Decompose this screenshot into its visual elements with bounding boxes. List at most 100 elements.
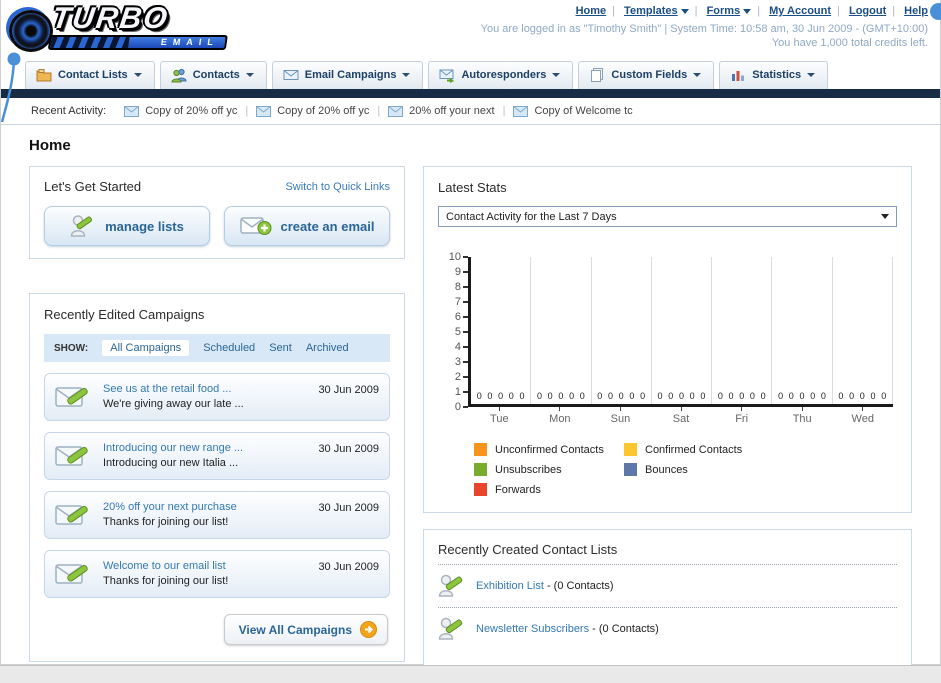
contact-list-link[interactable]: Exhibition List: [476, 580, 544, 592]
envelope-icon: [388, 105, 404, 117]
campaign-card[interactable]: Introducing our new range ... Introducin…: [44, 432, 390, 480]
person-pencil-icon: [438, 574, 463, 597]
get-started-title: Let's Get Started: [44, 179, 142, 194]
nav-divider-bar: [1, 89, 940, 98]
contact-lists-title: Recently Created Contact Lists: [438, 542, 897, 565]
activity-item-label: Copy of 20% off yc: [277, 105, 370, 117]
chevron-down-icon: [402, 73, 411, 77]
logo-swoosh-decoration: [1, 52, 21, 122]
chevron-down-icon: [807, 73, 816, 77]
contact-list-item[interactable]: Exhibition List - (0 Contacts): [438, 565, 897, 608]
help-balloon-icon[interactable]: [930, 3, 941, 20]
tab-autoresponders[interactable]: Autoresponders: [428, 61, 574, 89]
filter-all-campaigns[interactable]: All Campaigns: [102, 340, 190, 356]
nav-link-templates[interactable]: Templates: [624, 5, 678, 17]
nav-link-help[interactable]: Help: [904, 5, 928, 17]
divider: [377, 105, 380, 117]
campaign-title-link[interactable]: Introducing our new range ...: [103, 441, 308, 456]
campaign-date: 30 Jun 2009: [318, 561, 379, 573]
envelope-pencil-icon: [55, 446, 88, 466]
chart-x-label: Wed: [832, 407, 893, 425]
login-status-text: You are logged in as "Timothy Smith" | S…: [480, 23, 928, 35]
switch-quick-links-link[interactable]: Switch to Quick Links: [285, 181, 390, 193]
tab-label: Contacts: [192, 69, 240, 81]
recent-activity-item[interactable]: Copy of 20% off yc: [124, 105, 237, 117]
tab-label: Autoresponders: [461, 69, 547, 81]
contacts-icon: [171, 68, 187, 83]
nav-link-home[interactable]: Home: [576, 5, 607, 17]
chevron-down-icon: [245, 73, 254, 77]
get-started-panel: Let's Get Started Switch to Quick Links …: [29, 166, 405, 259]
campaign-subtitle: Introducing our new Italia ...: [103, 457, 239, 469]
view-all-campaigns-button[interactable]: View All Campaigns: [223, 614, 388, 645]
campaign-title-link[interactable]: 20% off your next purchase: [103, 500, 308, 515]
tab-statistics[interactable]: Statistics: [719, 61, 829, 89]
turbo-email-logo[interactable]: TURBO EMAIL: [7, 2, 247, 54]
nav-link-forms[interactable]: Forms: [707, 5, 741, 17]
stats-period-select[interactable]: Contact Activity for the Last 7 Days: [438, 206, 897, 227]
latest-stats-title: Latest Stats: [438, 180, 507, 195]
recent-activity-item[interactable]: Copy of 20% off yc: [256, 105, 369, 117]
campaign-title-link[interactable]: See us at the retail food ...: [103, 382, 308, 397]
divider: [503, 105, 506, 117]
envelope-pencil-icon: [55, 387, 88, 407]
show-label: SHOW:: [54, 342, 89, 354]
chevron-down-icon: [693, 73, 702, 77]
campaign-subtitle: Thanks for joining our list!: [103, 575, 229, 587]
chevron-down-icon[interactable]: [680, 8, 689, 14]
campaign-title-link[interactable]: Welcome to our email list: [103, 559, 308, 574]
contact-lists-panel: Recently Created Contact Lists Exhibitio…: [423, 529, 912, 683]
pages-icon: [591, 68, 604, 82]
legend-item: Unconfirmed Contacts: [474, 443, 624, 456]
legend-item: Bounces: [624, 463, 774, 476]
campaign-date: 30 Jun 2009: [318, 384, 379, 396]
create-email-label: create an email: [280, 218, 375, 234]
credits-text: You have 1,000 total credits left.: [771, 37, 928, 49]
divider: [612, 5, 615, 17]
chevron-down-icon[interactable]: [743, 8, 752, 14]
recent-activity-item[interactable]: 20% off your next: [388, 105, 495, 117]
contact-list-link[interactable]: Newsletter Subscribers: [476, 623, 589, 635]
activity-item-label: Copy of Welcome tc: [534, 105, 633, 117]
legend-item: Forwards: [474, 483, 624, 496]
campaign-subtitle: We're giving away our late ...: [103, 398, 244, 410]
manage-lists-button[interactable]: manage lists: [44, 206, 210, 246]
chart-x-label: Sat: [651, 407, 712, 425]
campaign-card[interactable]: See us at the retail food ... We're givi…: [44, 373, 390, 421]
person-pencil-icon: [438, 617, 463, 640]
tab-email-campaigns[interactable]: Email Campaigns: [271, 61, 424, 89]
campaign-filter-bar: SHOW: All Campaigns Scheduled Sent Archi…: [44, 334, 390, 362]
chart-plot: 00000000000000000000000000000000000: [468, 257, 893, 407]
page-footer-strip: [0, 665, 941, 683]
envelope-pencil-icon: [55, 505, 88, 525]
filter-sent[interactable]: Sent: [269, 342, 292, 354]
tab-custom-fields[interactable]: Custom Fields: [578, 61, 715, 89]
legend-swatch: [624, 463, 637, 476]
latest-stats-panel: Latest Stats Contact Activity for the La…: [423, 166, 912, 513]
logo-text-turbo: TURBO: [49, 2, 172, 35]
tab-contacts[interactable]: Contacts: [159, 61, 267, 89]
recent-activity-item[interactable]: Copy of Welcome tc: [513, 105, 633, 117]
envelope-icon: [256, 105, 272, 117]
campaign-card[interactable]: 20% off your next purchase Thanks for jo…: [44, 491, 390, 539]
orange-arrow-icon: [360, 621, 377, 638]
chart-column: 00000: [652, 257, 713, 404]
nav-link-my-account[interactable]: My Account: [769, 5, 831, 17]
create-email-button[interactable]: create an email: [224, 206, 390, 246]
recent-activity-bar: Recent Activity: Copy of 20% off yc Copy…: [1, 98, 940, 125]
chart-x-label: Thu: [772, 407, 833, 425]
tab-label: Statistics: [752, 69, 802, 81]
divider: [245, 105, 248, 117]
nav-link-logout[interactable]: Logout: [849, 5, 886, 17]
contact-list-item[interactable]: Newsletter Subscribers - (0 Contacts): [438, 608, 897, 650]
view-all-campaigns-label: View All Campaigns: [238, 622, 352, 637]
envelope-plus-icon: [239, 217, 272, 235]
chart-column: 00000: [592, 257, 652, 404]
filter-archived[interactable]: Archived: [306, 342, 349, 354]
chevron-down-icon: [133, 73, 142, 77]
filter-scheduled[interactable]: Scheduled: [203, 342, 255, 354]
chart-column: 00000: [471, 257, 532, 404]
chart-y-axis: 10 9 8 7 6 5 4 3 2 1 0: [440, 251, 468, 413]
tab-contact-lists[interactable]: Contact Lists: [25, 61, 155, 89]
campaign-card[interactable]: Welcome to our email list Thanks for joi…: [44, 550, 390, 598]
